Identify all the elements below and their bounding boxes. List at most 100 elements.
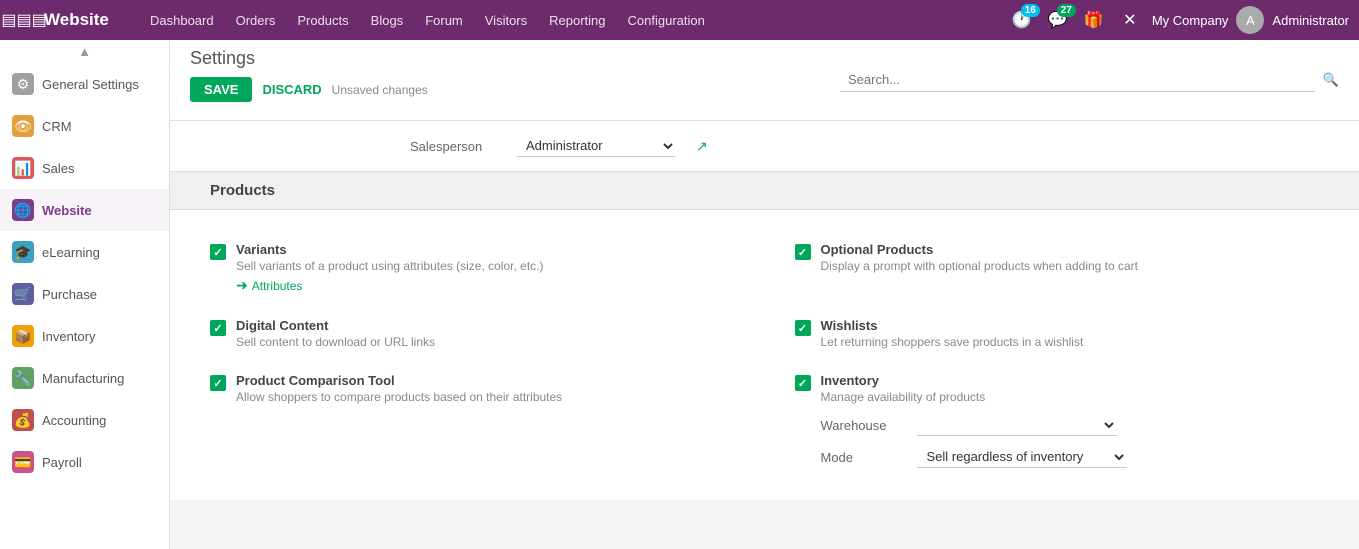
app-title: Website xyxy=(44,10,124,30)
digital-content-name: Digital Content xyxy=(236,318,745,333)
top-navigation: ▤▤▤ Website DashboardOrdersProductsBlogs… xyxy=(0,0,1359,40)
sidebar-label-sales: Sales xyxy=(42,161,75,176)
wishlists-checkbox[interactable] xyxy=(795,320,811,336)
updates-badge: 16 xyxy=(1021,4,1040,17)
products-grid: Variants Sell variants of a product usin… xyxy=(170,210,1359,500)
digital-content-checkbox[interactable] xyxy=(210,320,226,336)
top-controls: Settings SAVE DISCARD Unsaved changes 🔍 xyxy=(170,40,1359,121)
sidebar-icon-general-settings: ⚙ xyxy=(12,73,34,95)
sidebar-icon-payroll: 💳 xyxy=(12,451,34,473)
sidebar-icon-accounting: 💰 xyxy=(12,409,34,431)
sidebar-icon-inventory: 📦 xyxy=(12,325,34,347)
arrow-icon: ➜ xyxy=(236,277,248,294)
sidebar-item-accounting[interactable]: 💰 Accounting xyxy=(0,399,169,441)
feature-digital-content: Digital Content Sell content to download… xyxy=(210,306,765,361)
variants-checkbox[interactable] xyxy=(210,244,226,260)
sidebar-label-crm: CRM xyxy=(42,119,72,134)
gift-button[interactable]: 🎁 xyxy=(1080,6,1108,34)
warehouse-field-row: Warehouse xyxy=(821,414,1320,436)
sidebar-label-purchase: Purchase xyxy=(42,287,97,302)
nav-link-products[interactable]: Products xyxy=(287,7,358,34)
digital-content-desc: Sell content to download or URL links xyxy=(236,335,745,349)
search-icon[interactable]: 🔍 xyxy=(1323,72,1339,88)
nav-link-orders[interactable]: Orders xyxy=(226,7,286,34)
sidebar-label-general-settings: General Settings xyxy=(42,77,139,92)
feature-wishlists: Wishlists Let returning shoppers save pr… xyxy=(765,306,1320,361)
warehouse-label: Warehouse xyxy=(821,418,901,433)
nav-right: 🕐 16 💬 27 🎁 ✕ My Company A Administrator xyxy=(1008,6,1349,34)
nav-link-forum[interactable]: Forum xyxy=(415,7,473,34)
mode-label: Mode xyxy=(821,450,901,465)
grid-menu-icon[interactable]: ▤▤▤ xyxy=(10,6,38,34)
settings-header-area: Settings SAVE DISCARD Unsaved changes xyxy=(170,40,820,120)
feature-inventory: Inventory Manage availability of product… xyxy=(765,361,1320,480)
sidebar-icon-manufacturing: 🔧 xyxy=(12,367,34,389)
warehouse-select[interactable] xyxy=(917,414,1117,436)
sidebar-item-general-settings[interactable]: ⚙ General Settings xyxy=(0,63,169,105)
unsaved-changes-label: Unsaved changes xyxy=(332,83,428,97)
variants-desc: Sell variants of a product using attribu… xyxy=(236,259,745,273)
sidebar-label-payroll: Payroll xyxy=(42,455,82,470)
user-label[interactable]: Administrator xyxy=(1272,13,1349,28)
product-comparison-desc: Allow shoppers to compare products based… xyxy=(236,390,745,404)
sidebar-icon-elearning: 🎓 xyxy=(12,241,34,263)
sidebar-label-accounting: Accounting xyxy=(42,413,106,428)
sidebar-item-inventory[interactable]: 📦 Inventory xyxy=(0,315,169,357)
nav-link-visitors[interactable]: Visitors xyxy=(475,7,537,34)
salesperson-label: Salesperson xyxy=(410,139,500,154)
content-area: Settings SAVE DISCARD Unsaved changes 🔍 … xyxy=(170,40,1359,549)
salesperson-external-link-icon[interactable]: ↗ xyxy=(696,138,708,155)
company-label[interactable]: My Company xyxy=(1152,13,1229,28)
feature-optional-products: Optional Products Display a prompt with … xyxy=(765,230,1320,306)
wishlists-name: Wishlists xyxy=(821,318,1320,333)
discard-button[interactable]: DISCARD xyxy=(262,82,321,97)
sidebar-label-inventory: Inventory xyxy=(42,329,95,344)
sidebar-item-purchase[interactable]: 🛒Purchase xyxy=(0,273,169,315)
optional-products-checkbox[interactable] xyxy=(795,244,811,260)
salesperson-select[interactable]: Administrator xyxy=(516,135,676,157)
attributes-link[interactable]: ➜ Attributes xyxy=(236,277,302,294)
sidebar-item-website[interactable]: 🌐 Website xyxy=(0,189,169,231)
sidebar-icon-sales: 📊 xyxy=(12,157,34,179)
updates-button[interactable]: 🕐 16 xyxy=(1008,6,1036,34)
wishlists-desc: Let returning shoppers save products in … xyxy=(821,335,1320,349)
sidebar-label-elearning: eLearning xyxy=(42,245,100,260)
sidebar-label-website: Website xyxy=(42,203,92,218)
close-button[interactable]: ✕ xyxy=(1116,6,1144,34)
messages-badge: 27 xyxy=(1057,4,1076,17)
sidebar-item-manufacturing[interactable]: 🔧 Manufacturing xyxy=(0,357,169,399)
save-button[interactable]: SAVE xyxy=(190,77,252,102)
sidebar-item-sales[interactable]: 📊 Sales xyxy=(0,147,169,189)
nav-link-dashboard[interactable]: Dashboard xyxy=(140,7,224,34)
inventory-feature-name: Inventory xyxy=(821,373,1320,388)
inventory-feature-checkbox[interactable] xyxy=(795,375,811,391)
sidebar-collapse-btn[interactable]: ▲ xyxy=(0,40,169,63)
product-comparison-checkbox[interactable] xyxy=(210,375,226,391)
nav-link-configuration[interactable]: Configuration xyxy=(618,7,715,34)
inventory-subsection: Warehouse Mode Sell regardless of invent… xyxy=(821,414,1320,468)
feature-variants: Variants Sell variants of a product usin… xyxy=(210,230,765,306)
mode-select[interactable]: Sell regardless of inventory Prevent sal… xyxy=(917,446,1127,468)
nav-links: DashboardOrdersProductsBlogsForumVisitor… xyxy=(140,7,1002,34)
sidebar-icon-website: 🌐 xyxy=(12,199,34,221)
nav-link-blogs[interactable]: Blogs xyxy=(361,7,414,34)
sidebar-item-elearning[interactable]: 🎓 eLearning xyxy=(0,231,169,273)
search-area: 🔍 xyxy=(820,40,1359,120)
variants-name: Variants xyxy=(236,242,745,257)
optional-products-desc: Display a prompt with optional products … xyxy=(821,259,1320,273)
avatar[interactable]: A xyxy=(1236,6,1264,34)
products-section-header: Products xyxy=(170,171,1359,210)
sidebar-icon-crm: 👁 xyxy=(12,115,34,137)
optional-products-name: Optional Products xyxy=(821,242,1320,257)
settings-title: Settings xyxy=(190,48,800,69)
inventory-feature-desc: Manage availability of products xyxy=(821,390,1320,404)
sidebar-item-crm[interactable]: 👁 CRM xyxy=(0,105,169,147)
main-layout: ▲ ⚙ General Settings 👁 CRM 📊 Sales 🌐 Website 🎓 eL… xyxy=(0,40,1359,549)
sidebar-item-payroll[interactable]: 💳 Payroll xyxy=(0,441,169,483)
nav-link-reporting[interactable]: Reporting xyxy=(539,7,615,34)
sidebar-label-manufacturing: Manufacturing xyxy=(42,371,124,386)
settings-toolbar: SAVE DISCARD Unsaved changes xyxy=(190,77,800,112)
search-input[interactable] xyxy=(840,68,1315,92)
salesperson-row: Salesperson Administrator ↗ xyxy=(170,121,1359,171)
messages-button[interactable]: 💬 27 xyxy=(1044,6,1072,34)
